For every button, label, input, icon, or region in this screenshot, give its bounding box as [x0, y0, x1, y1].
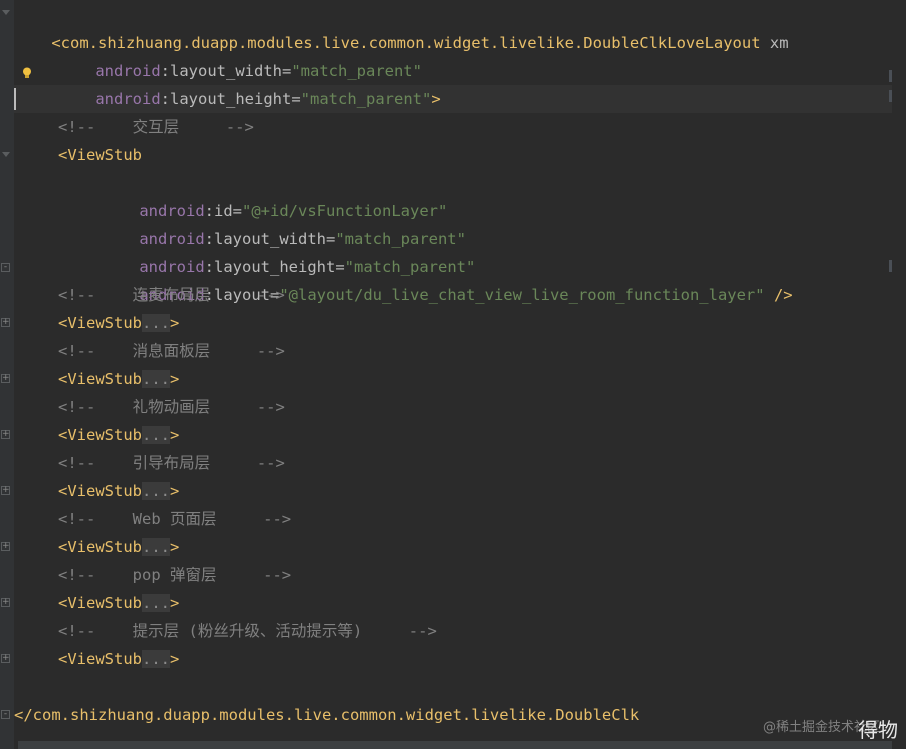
scroll-mark — [889, 260, 892, 272]
expand-fold-icon[interactable]: + — [1, 430, 10, 439]
code-comment: <!-- 礼物动画层 --> — [58, 398, 285, 416]
watermark-logo: 得物 — [858, 718, 898, 742]
expand-fold-icon[interactable]: + — [1, 598, 10, 607]
code-comment: <!-- Web 页面层 --> — [58, 510, 292, 528]
code-line: android:layout_width="match_parent" — [139, 230, 466, 248]
horizontal-scrollbar[interactable] — [18, 741, 892, 749]
scroll-mark — [889, 70, 892, 82]
fold-marker-icon[interactable] — [2, 10, 10, 15]
code-comment: <!-- 消息面板层 --> — [58, 342, 285, 360]
expand-fold-icon[interactable]: + — [1, 542, 10, 551]
text-caret — [14, 88, 16, 110]
expand-fold-icon[interactable]: + — [1, 318, 10, 327]
expand-fold-icon[interactable]: + — [1, 486, 10, 495]
code-comment: <!-- 引导布局层 --> — [58, 454, 285, 472]
code-comment: <!-- 交互层 --> — [58, 118, 254, 136]
code-line: android:layout_width="match_parent" — [95, 62, 422, 80]
code-editor[interactable]: <com.shizhuang.duapp.modules.live.common… — [14, 0, 906, 749]
vertical-scrollbar[interactable] — [892, 0, 906, 749]
code-line: <com.shizhuang.duapp.modules.live.common… — [51, 34, 789, 52]
code-line: android:layout_height="match_parent" — [139, 258, 476, 276]
code-line: </com.shizhuang.duapp.modules.live.commo… — [14, 706, 640, 724]
folded-viewstub[interactable]: <ViewStub...> — [58, 533, 179, 561]
scroll-mark — [889, 90, 892, 102]
code-comment: <!-- pop 弹窗层 --> — [58, 566, 292, 584]
folded-viewstub[interactable]: <ViewStub...> — [58, 309, 179, 337]
expand-fold-icon[interactable]: + — [1, 654, 10, 663]
expand-fold-icon[interactable]: + — [1, 374, 10, 383]
code-line: <ViewStub — [58, 146, 142, 164]
code-line: android:id="@+id/vsFunctionLayer" — [139, 202, 448, 220]
code-line: android:layout="@layout/du_live_chat_vie… — [139, 286, 793, 304]
folded-viewstub[interactable]: <ViewStub...> — [58, 589, 179, 617]
fold-end-icon[interactable]: - — [1, 710, 10, 719]
fold-end-icon[interactable]: - — [1, 263, 10, 272]
folded-viewstub[interactable]: <ViewStub...> — [58, 645, 179, 673]
folded-viewstub[interactable]: <ViewStub...> — [58, 365, 179, 393]
code-comment: <!-- 提示层 (粉丝升级、活动提示等) --> — [58, 622, 437, 640]
code-comment: <!-- 连麦布局层 --> — [58, 286, 285, 304]
code-line: android:layout_height="match_parent"> — [95, 90, 441, 108]
folded-viewstub[interactable]: <ViewStub...> — [58, 421, 179, 449]
fold-marker-icon[interactable] — [2, 152, 10, 157]
folded-viewstub[interactable]: <ViewStub...> — [58, 477, 179, 505]
